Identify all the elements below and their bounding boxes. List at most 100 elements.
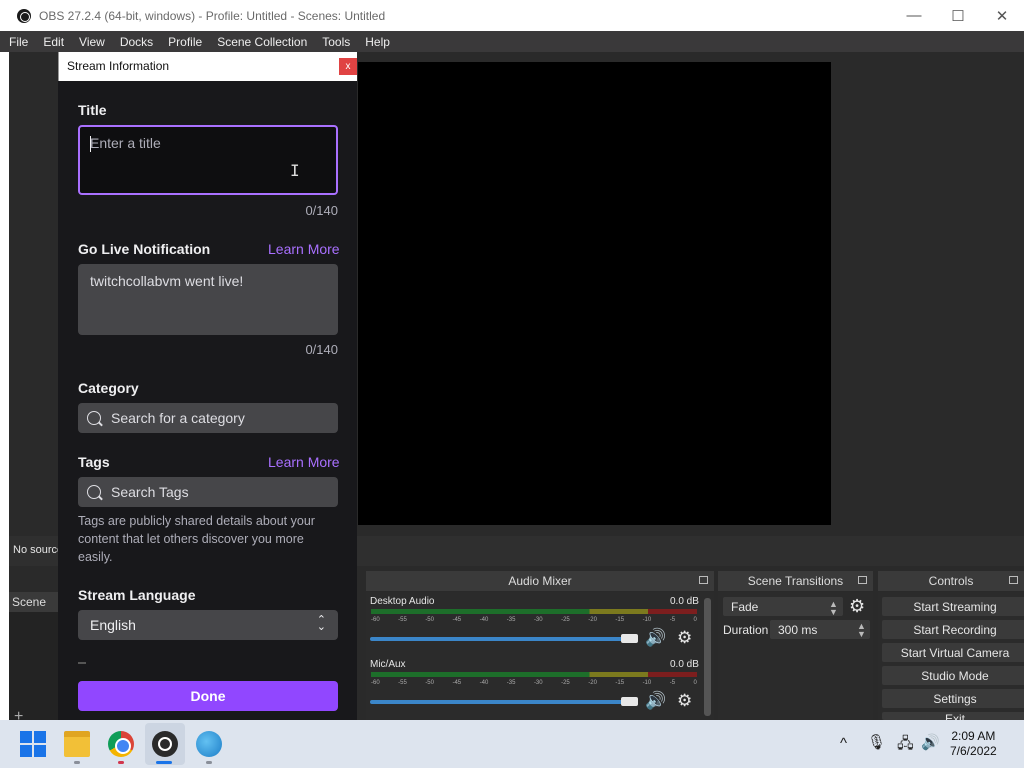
- float-icon[interactable]: [699, 576, 708, 584]
- volume-icon[interactable]: 🔊: [921, 733, 940, 751]
- controls-title: Controls: [878, 571, 1024, 591]
- controls-title-text: Controls: [928, 574, 974, 588]
- category-search-input[interactable]: Search for a category: [78, 403, 338, 433]
- menu-profile[interactable]: Profile: [168, 35, 202, 49]
- volume-slider[interactable]: [370, 700, 636, 704]
- no-source-label: No source: [13, 544, 64, 556]
- tick-label: -25: [561, 680, 570, 686]
- tick-label: -50: [425, 680, 434, 686]
- search-icon: [87, 485, 101, 499]
- settings-button[interactable]: Settings: [882, 689, 1024, 708]
- dialog-titlebar: Stream Information x: [58, 52, 357, 81]
- obs-logo-icon: [17, 8, 31, 23]
- tick-label: -5: [669, 617, 676, 623]
- tags-help-text: Tags are publicly shared details about y…: [78, 514, 315, 564]
- active-indicator: [156, 761, 172, 764]
- float-icon[interactable]: [1009, 576, 1018, 584]
- tick-label: -35: [506, 680, 516, 686]
- menu-scene-collection[interactable]: Scene Collection: [217, 35, 307, 49]
- meter-ticks: -60 -55 -50 -45 -40 -35 -30 -25 -20 -15 -10 -5 0: [371, 617, 697, 623]
- menu-docks[interactable]: Docks: [120, 35, 153, 49]
- speaker-icon[interactable]: 🔊: [645, 691, 666, 711]
- transition-spin-icon[interactable]: ▲ ▼: [829, 600, 838, 617]
- maximize-button[interactable]: ☐: [936, 0, 980, 31]
- tick-label: -30: [533, 680, 543, 686]
- menu-edit[interactable]: Edit: [43, 35, 64, 49]
- tags-learn-more-link[interactable]: Learn More: [268, 454, 340, 470]
- menu-help[interactable]: Help: [365, 35, 390, 49]
- done-button[interactable]: Done: [78, 681, 338, 711]
- duration-label: Duration: [723, 623, 769, 637]
- menu-tools[interactable]: Tools: [322, 35, 350, 49]
- studio-mode-button[interactable]: Studio Mode: [882, 666, 1024, 685]
- network-icon[interactable]: 🖧: [897, 733, 914, 758]
- float-icon[interactable]: [858, 576, 867, 584]
- audio-mixer-title-text: Audio Mixer: [508, 574, 572, 588]
- tray-chevron-icon[interactable]: ^: [840, 735, 847, 752]
- duration-spin-icon[interactable]: ▲ ▼: [857, 622, 866, 639]
- tick-label: -40: [479, 680, 489, 686]
- channel-db: 0.0 dB: [670, 659, 699, 670]
- tick-label: 0: [693, 617, 697, 623]
- scenes-dock-title: Scene: [9, 592, 59, 612]
- speaker-icon[interactable]: 🔊: [645, 628, 666, 648]
- menubar: File Edit View Docks Profile Scene Colle…: [0, 31, 1024, 52]
- transition-select[interactable]: Fade: [723, 597, 843, 616]
- microphone-icon[interactable]: 🎙: [867, 733, 886, 751]
- start-virtual-camera-button[interactable]: Start Virtual Camera: [882, 643, 1024, 662]
- menu-file[interactable]: File: [9, 35, 28, 49]
- file-explorer-icon[interactable]: [64, 731, 90, 757]
- title-counter: 0/140: [305, 203, 338, 218]
- tick-label: -10: [642, 617, 652, 623]
- gear-icon[interactable]: ⚙: [849, 596, 865, 617]
- volume-slider[interactable]: [370, 637, 636, 641]
- language-select[interactable]: English ⌃ ⌄: [78, 610, 338, 640]
- duration-field[interactable]: 300 ms: [770, 620, 870, 639]
- exit-button[interactable]: Exit: [882, 712, 1024, 720]
- dialog-close-button[interactable]: x: [339, 58, 357, 75]
- tick-label: -55: [398, 617, 407, 623]
- minimize-button[interactable]: —: [892, 0, 936, 31]
- language-value: English: [90, 617, 136, 633]
- tick-label: -30: [533, 617, 543, 623]
- running-indicator: [206, 761, 212, 764]
- obs-taskbar-icon[interactable]: [152, 731, 178, 757]
- tick-label: -40: [479, 617, 489, 623]
- tick-label: -15: [615, 680, 625, 686]
- tick-label: -5: [669, 680, 676, 686]
- tick-label: -20: [588, 680, 597, 686]
- running-indicator: [74, 761, 80, 764]
- preview-canvas[interactable]: [358, 62, 831, 525]
- tags-search-input[interactable]: Search Tags: [78, 477, 338, 507]
- notification-learn-more-link[interactable]: Learn More: [268, 241, 340, 257]
- gear-icon[interactable]: ⚙: [677, 628, 692, 648]
- left-edge: [0, 52, 9, 720]
- tick-label: -60: [371, 680, 380, 686]
- title-input[interactable]: Enter a title: [78, 125, 338, 195]
- tick-label: 0: [693, 680, 697, 686]
- category-label: Category: [78, 380, 139, 396]
- tick-label: -60: [371, 617, 380, 623]
- tick-label: -45: [452, 617, 462, 623]
- mixer-scrollbar[interactable]: [704, 598, 711, 716]
- chevron-updown-icon: ⌃ ⌄: [316, 614, 326, 633]
- taskbar-clock[interactable]: 2:09 AM 7/6/2022: [950, 729, 997, 759]
- clock-date: 7/6/2022: [950, 744, 997, 758]
- close-button[interactable]: ✕: [980, 0, 1024, 31]
- windows-start-icon[interactable]: [20, 731, 46, 757]
- menu-view[interactable]: View: [79, 35, 105, 49]
- tags-label: Tags: [78, 454, 110, 470]
- gear-icon[interactable]: ⚙: [677, 691, 692, 711]
- window-title: OBS 27.2.4 (64-bit, windows) - Profile: …: [39, 8, 386, 23]
- notification-input[interactable]: twitchcollabvm went live!: [78, 264, 338, 335]
- chrome-icon[interactable]: [108, 731, 134, 757]
- running-indicator: [118, 761, 124, 764]
- globe-app-icon[interactable]: [196, 731, 222, 757]
- start-streaming-button[interactable]: Start Streaming: [882, 597, 1024, 616]
- start-recording-button[interactable]: Start Recording: [882, 620, 1024, 639]
- dialog-title: Stream Information: [67, 59, 170, 73]
- stream-language-label: Stream Language: [78, 587, 196, 603]
- volume-slider-handle[interactable]: [621, 634, 638, 643]
- volume-slider-handle[interactable]: [621, 697, 638, 706]
- scroll-hint: [78, 662, 86, 664]
